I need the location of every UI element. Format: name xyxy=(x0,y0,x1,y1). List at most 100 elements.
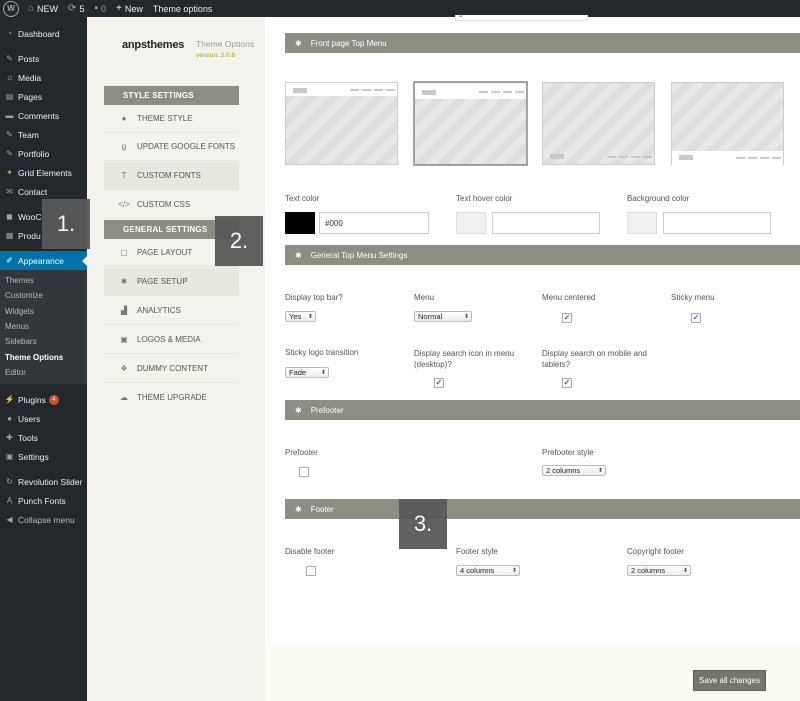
text-color-input[interactable]: #000 xyxy=(319,212,429,234)
submenu-customize[interactable]: Customize xyxy=(0,288,87,303)
nav-analytics[interactable]: ▟ ANALYTICS xyxy=(104,297,239,325)
menu-label: Comments xyxy=(18,110,60,121)
text-hover-color-swatch[interactable] xyxy=(456,212,486,234)
menu-item-users[interactable]: ● Users xyxy=(0,409,87,428)
collapse-menu-button[interactable]: ◀ Collapse menu xyxy=(0,510,87,529)
callout-2: 2. xyxy=(215,216,263,266)
section-front-page-top-menu: ✱ Front page Top Menu xyxy=(285,33,800,53)
menu-label: Dashboard xyxy=(18,28,60,39)
brush-icon: ✐ xyxy=(6,256,13,265)
menu-label: Media xyxy=(18,72,42,83)
submenu-themes[interactable]: Themes xyxy=(0,273,87,288)
submenu-menus[interactable]: Menus xyxy=(0,319,87,334)
search-icon-checkbox[interactable]: ✓ xyxy=(434,378,444,388)
nav-label: DUMMY CONTENT xyxy=(137,364,208,373)
menu-item-posts[interactable]: ✎ Posts xyxy=(0,49,87,68)
nav-theme-style[interactable]: ● THEME STYLE xyxy=(104,105,239,133)
nav-page-setup[interactable]: ✱ PAGE SETUP xyxy=(104,268,239,296)
menu-item-dashboard[interactable]: ◔ Dashboard xyxy=(0,24,87,43)
submenu-theme-options[interactable]: Theme Options xyxy=(0,349,87,364)
nav-google-fonts[interactable]: g UPDATE GOOGLE FONTS xyxy=(104,133,239,161)
section-title: Footer xyxy=(310,504,334,514)
menu-item-comments[interactable]: ▬ Comments xyxy=(0,106,87,125)
menu-item-revolution-slider[interactable]: ↻ Revolution Slider xyxy=(0,472,87,491)
sticky-menu-checkbox[interactable]: ✓ xyxy=(691,313,701,323)
prefooter-label: Prefooter xyxy=(285,448,318,457)
menu-item-team[interactable]: ✎ Team xyxy=(0,125,87,144)
menu-item-appearance[interactable]: ✐ Appearance xyxy=(0,251,87,270)
footer-style-select[interactable]: 4 columns ⬍ xyxy=(456,565,520,576)
save-all-changes-button[interactable]: Save all changes xyxy=(693,670,766,691)
nav-dummy-content[interactable]: ❖ DUMMY CONTENT xyxy=(104,355,239,383)
theme-options-link[interactable]: Theme options xyxy=(148,0,218,17)
submenu-sidebars[interactable]: Sidebars xyxy=(0,334,87,349)
comment-icon: ▬ xyxy=(5,111,14,120)
comments-link[interactable]: ▪ 0 xyxy=(89,0,111,17)
prefooter-style-select[interactable]: 2 columns ⬍ xyxy=(542,465,606,476)
sticky-logo-transition-select[interactable]: Fade ⬍ xyxy=(285,367,329,378)
menu-select[interactable]: Normal ⬍ xyxy=(414,311,472,322)
menu-centered-checkbox[interactable]: ✓ xyxy=(562,313,572,323)
menu-item-punch-fonts[interactable]: A Punch Fonts xyxy=(0,491,87,510)
nav-logos-media[interactable]: ▣ LOGOS & MEDIA xyxy=(104,326,239,354)
text-color-swatch[interactable] xyxy=(285,212,315,234)
menu-layout-option-3[interactable] xyxy=(542,82,655,165)
menu-item-tools[interactable]: ✚ Tools xyxy=(0,428,87,447)
thumb-menu-dash xyxy=(503,91,512,93)
menu-item-portfolio[interactable]: ✎ Portfolio xyxy=(0,144,87,163)
search-mobile-checkbox[interactable]: ✓ xyxy=(562,378,572,388)
thumb-menu-dash xyxy=(631,156,640,158)
plus-icon: + xyxy=(116,3,122,14)
dashboard-icon: ◔ xyxy=(7,29,12,38)
menu-layout-option-4[interactable] xyxy=(671,82,784,166)
callout-3: 3. xyxy=(399,499,447,549)
section-title: General Top Menu Settings xyxy=(310,250,408,260)
menu-item-plugins[interactable]: ⚡ Plugins 4 xyxy=(0,390,87,409)
menu-item-media[interactable]: ♫ Media xyxy=(0,68,87,87)
site-name-link[interactable]: ⌂ NEW xyxy=(23,0,63,17)
menu-item-settings[interactable]: ▣ Settings xyxy=(0,447,87,466)
nav-custom-fonts[interactable]: T CUSTOM FONTS xyxy=(104,162,239,190)
menu-label: Revolution Slider xyxy=(18,476,83,487)
select-value: 4 columns xyxy=(460,566,495,575)
thumb-menu-dash xyxy=(479,91,488,93)
woo-icon: ◼ xyxy=(6,212,13,221)
menu-layout-option-2[interactable] xyxy=(414,82,527,165)
new-content-link[interactable]: + New xyxy=(111,0,148,17)
display-top-bar-select[interactable]: Yes ⬍ xyxy=(285,311,316,322)
nav-theme-upgrade[interactable]: ☁ THEME UPGRADE xyxy=(104,383,239,411)
gear-icon: ✱ xyxy=(295,504,302,514)
menu-item-grid-elements[interactable]: ✦ Grid Elements xyxy=(0,163,87,182)
select-value: 2 columns xyxy=(546,466,581,475)
select-arrows-icon: ⬍ xyxy=(307,314,313,320)
menu-label: Menu xyxy=(414,293,435,302)
plugins-update-badge: 4 xyxy=(48,394,59,405)
disable-footer-checkbox[interactable] xyxy=(306,566,316,576)
mail-icon: ✉ xyxy=(6,187,13,196)
nav-label: CUSTOM CSS xyxy=(137,200,191,209)
display-top-bar-label: Display top bar? xyxy=(285,293,343,302)
thumb-logo xyxy=(422,90,436,95)
chart-icon: ▟ xyxy=(120,306,128,315)
dropbox-icon: ❖ xyxy=(120,364,128,373)
theme-options-nav: anpsthemes Theme Options version: 2.0.8 … xyxy=(87,17,265,701)
pin-icon: ✎ xyxy=(6,54,13,63)
submenu-editor[interactable]: Editor xyxy=(0,365,87,380)
updates-link[interactable]: ⟳ 5 xyxy=(63,0,89,17)
copyright-footer-label: Copyright footer xyxy=(627,547,684,556)
background-color-input[interactable] xyxy=(663,212,771,234)
text-hover-color-label: Text hover color xyxy=(456,194,513,203)
thumb-menu-dash xyxy=(386,89,395,91)
submenu-widgets[interactable]: Widgets xyxy=(0,304,87,319)
prefooter-checkbox[interactable] xyxy=(299,467,309,477)
nav-label: ANALYTICS xyxy=(137,306,181,315)
wordpress-logo-icon[interactable]: W xyxy=(3,0,19,17)
menu-layout-option-1[interactable] xyxy=(285,82,398,165)
background-color-swatch[interactable] xyxy=(627,212,657,234)
refresh-icon: ↻ xyxy=(6,477,13,487)
menu-item-pages[interactable]: ▤ Pages xyxy=(0,87,87,106)
copyright-footer-select[interactable]: 2 columns ⬍ xyxy=(627,565,691,576)
text-hover-color-input[interactable] xyxy=(492,212,600,234)
thumb-logo xyxy=(293,88,307,93)
nav-custom-css[interactable]: </> CUSTOM CSS xyxy=(104,191,239,219)
